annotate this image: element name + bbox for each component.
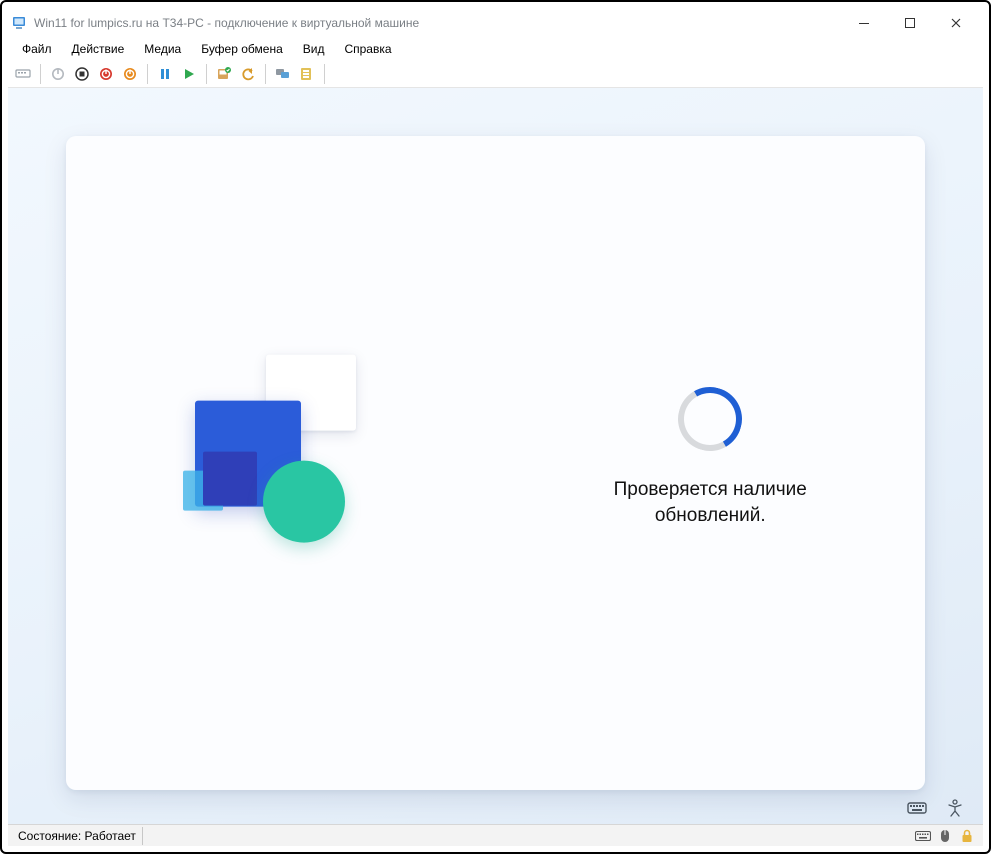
minimize-button[interactable] — [841, 8, 887, 38]
toolbar-separator — [147, 64, 148, 84]
maximize-button[interactable] — [887, 8, 933, 38]
pause-icon[interactable] — [154, 63, 176, 85]
shape-teal-circle — [263, 461, 345, 543]
mouse-tray-icon — [937, 828, 953, 844]
app-icon — [12, 15, 28, 31]
close-button[interactable] — [933, 8, 979, 38]
power-off-icon[interactable] — [47, 63, 69, 85]
checkpoint-icon[interactable] — [213, 63, 235, 85]
progress-spinner-icon — [671, 380, 749, 458]
menu-media[interactable]: Медиа — [134, 38, 191, 60]
window-controls — [841, 8, 979, 38]
menu-clipboard[interactable]: Буфер обмена — [191, 38, 293, 60]
keyboard-tray-icon — [915, 828, 931, 844]
viewport-corner-controls — [907, 798, 965, 818]
start-icon[interactable] — [178, 63, 200, 85]
revert-icon[interactable] — [237, 63, 259, 85]
oobe-status-pane: Проверяется наличие обновлений. — [496, 136, 926, 790]
toolbar-separator — [206, 64, 207, 84]
menu-view[interactable]: Вид — [293, 38, 335, 60]
statusbar-tray — [911, 828, 979, 844]
vm-viewport: Проверяется наличие обновлений. — [8, 88, 983, 824]
status-state-label: Состояние: Работает — [12, 827, 143, 845]
shutdown-icon[interactable] — [95, 63, 117, 85]
toolbar-separator — [324, 64, 325, 84]
oobe-status-text: Проверяется наличие обновлений. — [614, 477, 807, 528]
ctrl-alt-del-icon[interactable] — [12, 63, 34, 85]
reset-icon[interactable] — [119, 63, 141, 85]
titlebar: Win11 for lumpics.ru на T34-PC - подключ… — [8, 8, 983, 38]
menubar: Файл Действие Медиа Буфер обмена Вид Спр… — [8, 38, 983, 60]
lock-tray-icon — [959, 828, 975, 844]
oobe-illustration — [171, 349, 391, 569]
oobe-illustration-pane — [66, 136, 496, 790]
enhanced-session-icon[interactable] — [272, 63, 294, 85]
menu-action[interactable]: Действие — [62, 38, 135, 60]
toolbar-separator — [265, 64, 266, 84]
menu-help[interactable]: Справка — [334, 38, 401, 60]
window-title: Win11 for lumpics.ru на T34-PC - подключ… — [34, 16, 841, 30]
stop-icon[interactable] — [71, 63, 93, 85]
shape-navy-square — [203, 452, 257, 506]
menu-file[interactable]: Файл — [12, 38, 62, 60]
toolbar-separator — [40, 64, 41, 84]
statusbar: Состояние: Работает — [8, 824, 983, 846]
vm-connection-window: Win11 for lumpics.ru на T34-PC - подключ… — [8, 8, 983, 846]
screenshot-frame: Win11 for lumpics.ru на T34-PC - подключ… — [0, 0, 991, 854]
share-icon[interactable] — [296, 63, 318, 85]
keyboard-icon[interactable] — [907, 798, 927, 818]
toolbar — [8, 60, 983, 88]
accessibility-icon[interactable] — [945, 798, 965, 818]
oobe-card: Проверяется наличие обновлений. — [66, 136, 925, 790]
